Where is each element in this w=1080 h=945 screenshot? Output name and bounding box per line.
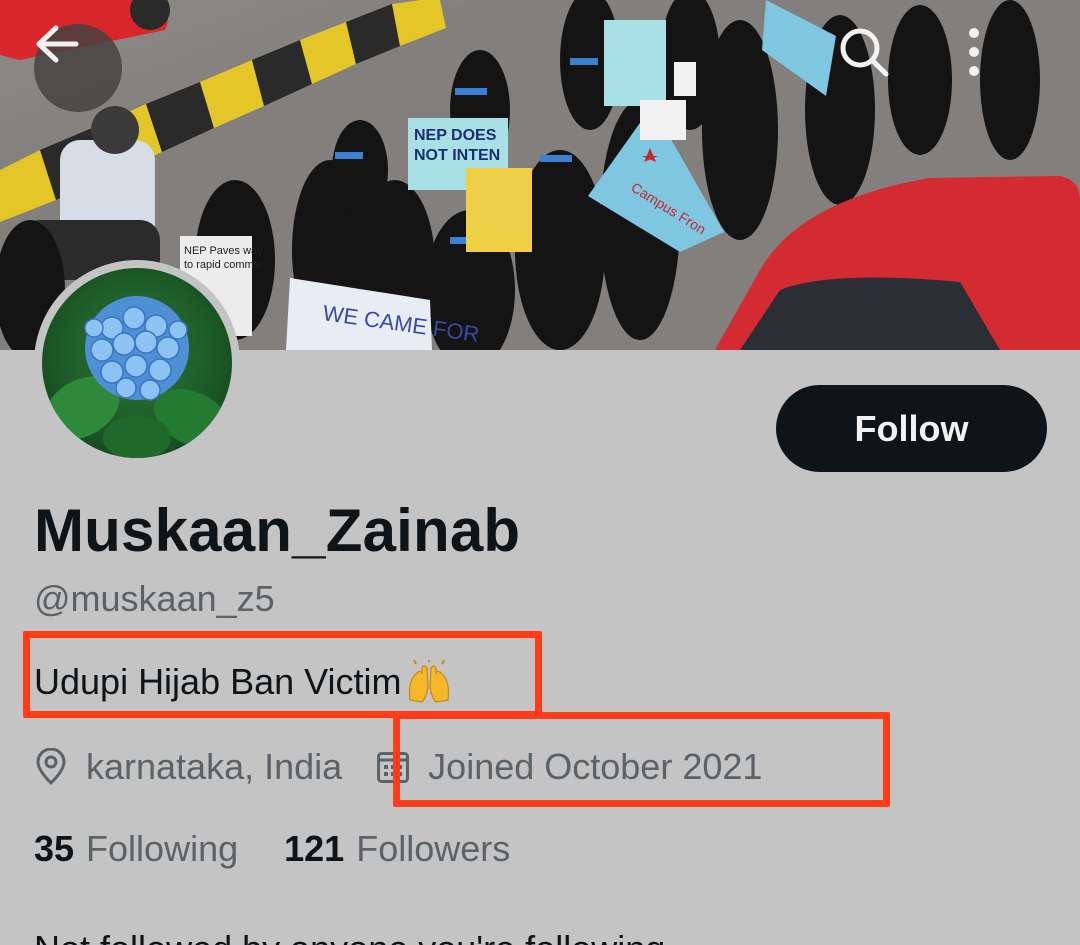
svg-text:NOT INTEN: NOT INTEN [414, 147, 500, 164]
more-button[interactable] [964, 24, 1052, 112]
location-pin-icon [34, 748, 68, 786]
followers-stat[interactable]: 121 Followers [284, 828, 510, 870]
followed-by-notice: Not followed by anyone you're following [34, 928, 665, 945]
user-handle: @muskaan_z5 [34, 578, 275, 619]
display-name: Muskaan_Zainab [34, 497, 521, 564]
svg-text:NEP Paves way: NEP Paves way [184, 245, 263, 257]
svg-text:NEP DOES: NEP DOES [414, 127, 497, 144]
followers-label: Followers [356, 828, 511, 869]
bio-highlight-box [23, 631, 542, 718]
location: karnataka, India [34, 746, 342, 788]
location-text: karnataka, India [86, 746, 343, 787]
join-date-highlight-box [393, 712, 890, 807]
follow-stats: 35 Following 121 Followers [34, 828, 510, 870]
profile-page: NEP DOES NOT INTEN NEP Paves way to rapi… [0, 0, 1080, 945]
hydrangea-image [44, 296, 230, 458]
search-button[interactable] [836, 24, 924, 112]
following-label: Following [86, 828, 239, 869]
following-stat[interactable]: 35 Following [34, 828, 238, 870]
back-button[interactable] [34, 24, 122, 112]
follow-button[interactable]: Follow [776, 385, 1047, 472]
more-vertical-icon [969, 28, 979, 76]
avatar[interactable] [34, 260, 240, 466]
search-icon [840, 28, 889, 77]
avatar-image [42, 268, 232, 458]
arrow-left-icon [36, 25, 79, 63]
svg-text:to rapid commer: to rapid commer [184, 259, 264, 271]
following-count: 35 [34, 828, 75, 869]
followers-count: 121 [284, 828, 345, 869]
